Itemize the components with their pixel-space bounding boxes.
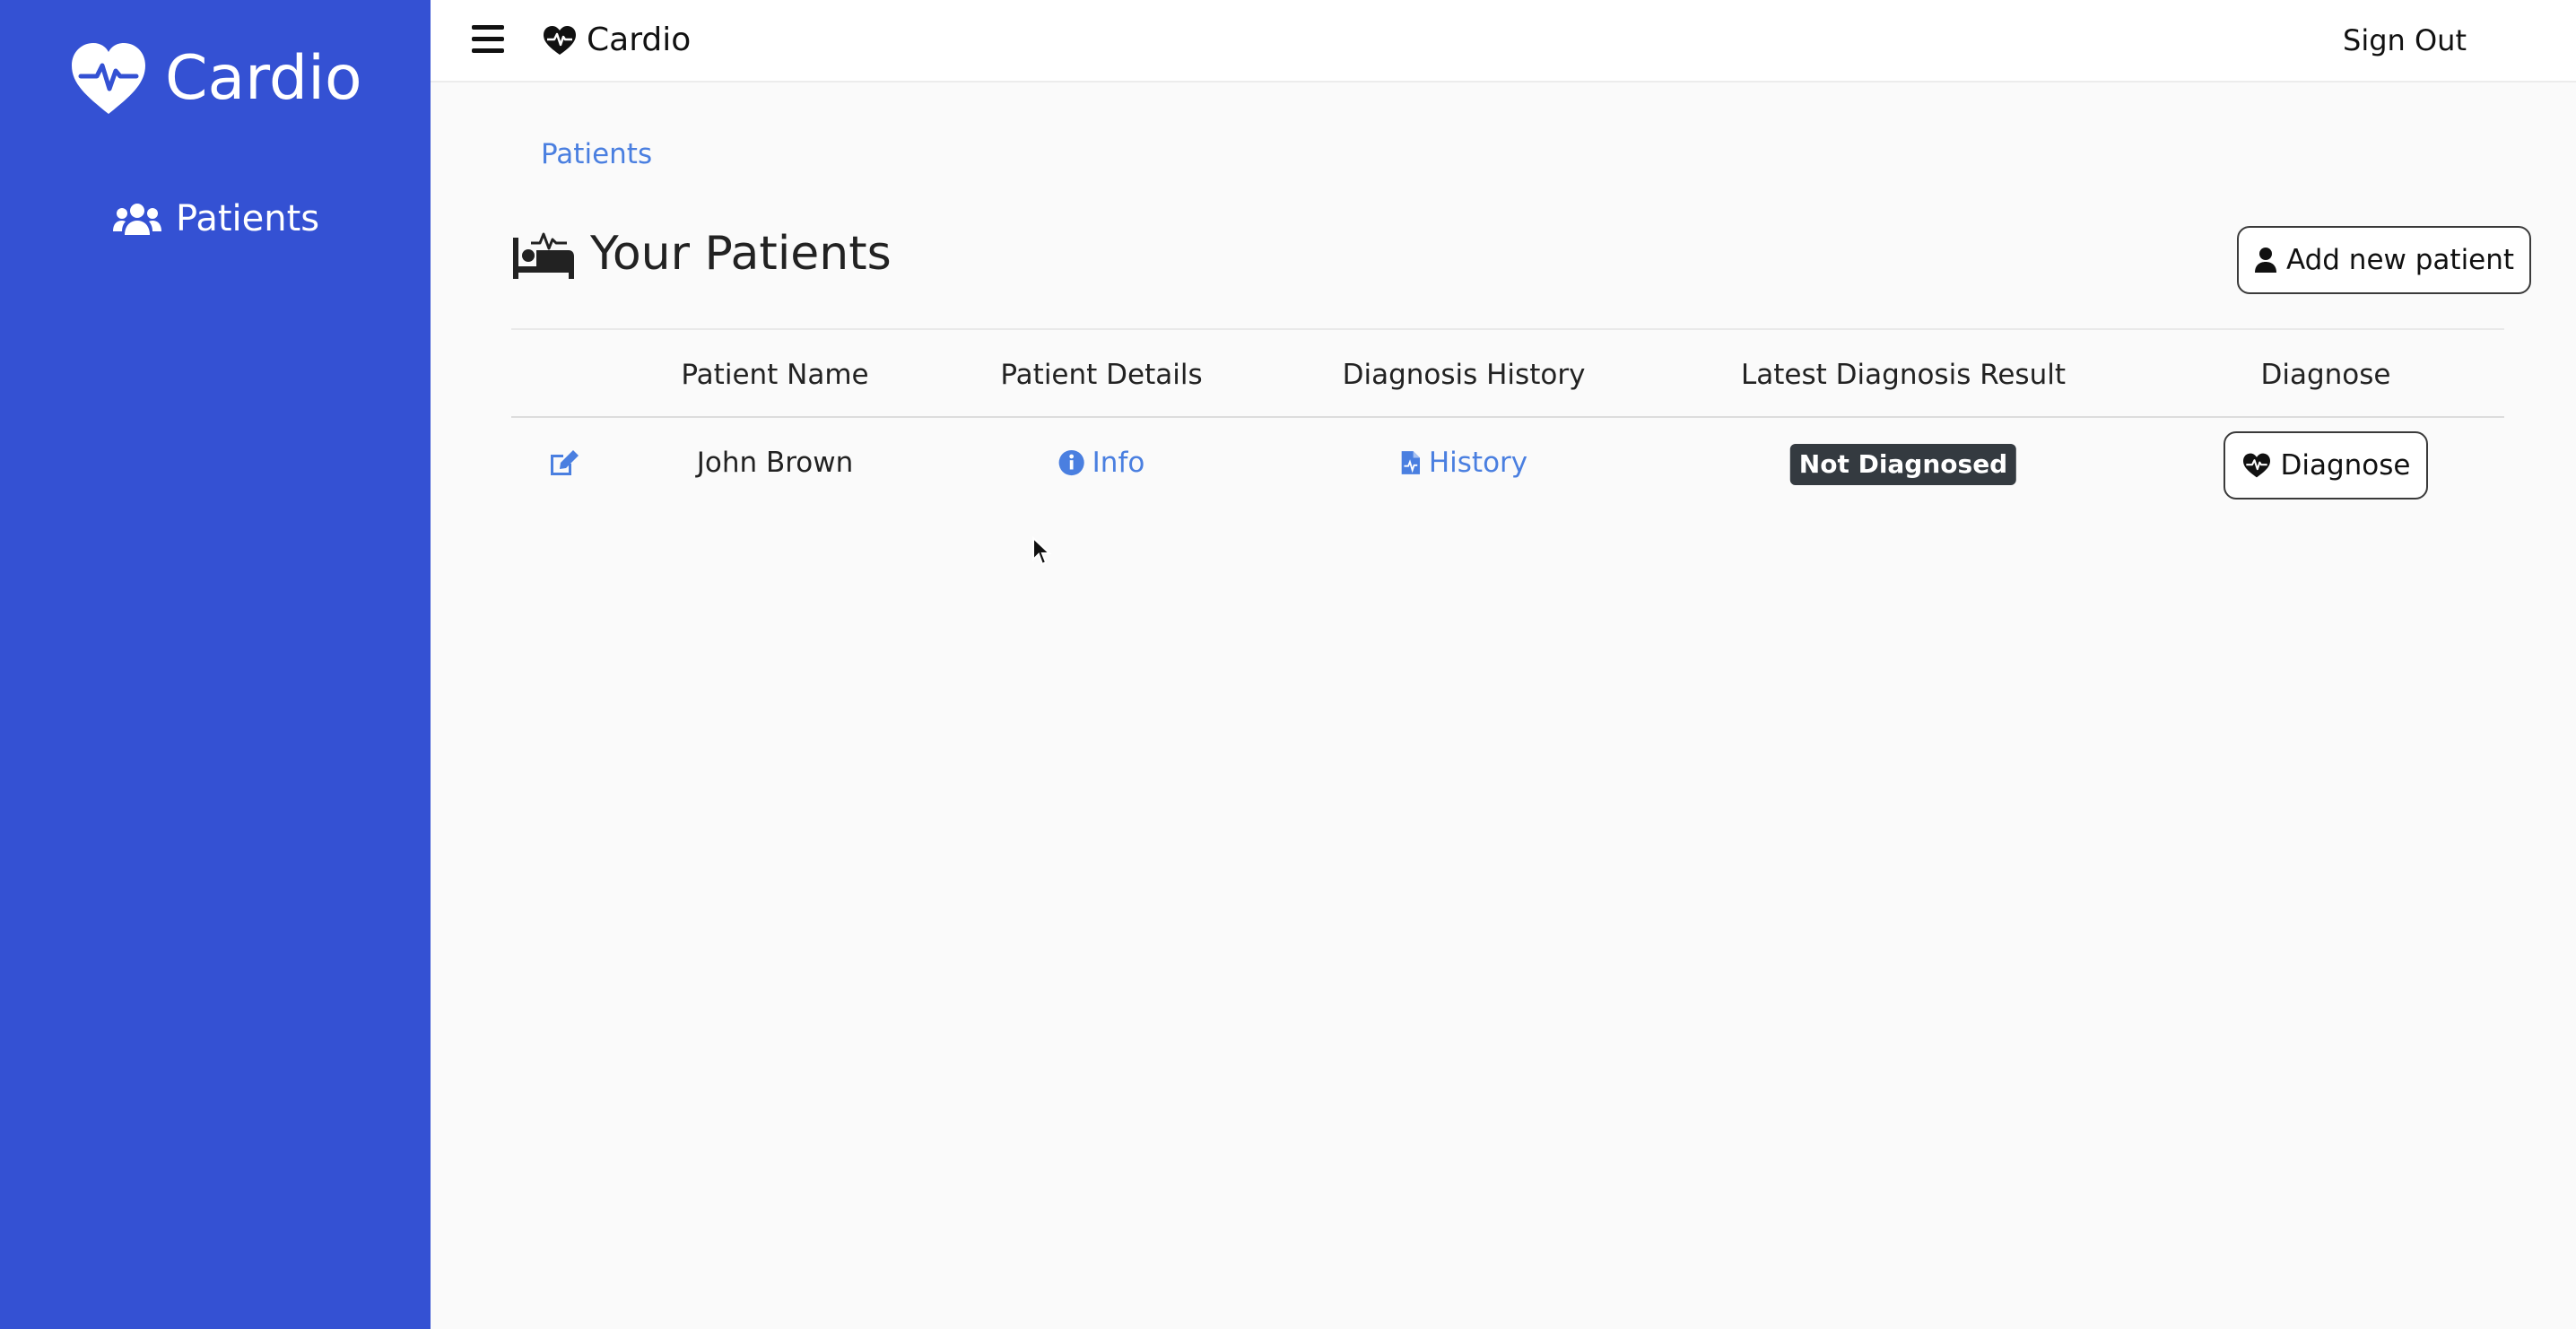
- column-header-latest-result: Latest Diagnosis Result: [1741, 359, 2066, 391]
- diagnose-button[interactable]: Diagnose: [2224, 431, 2428, 499]
- sidebar-item-label: Patients: [176, 198, 320, 239]
- patient-name: John Brown: [696, 447, 854, 479]
- user-icon: [2254, 248, 2276, 273]
- heart-pulse-icon: [544, 26, 576, 55]
- diagnosis-history-cell: History: [1400, 418, 1527, 508]
- sidebar-brand[interactable]: Cardio: [68, 39, 362, 118]
- diagnose-cell: Diagnose: [2224, 414, 2428, 504]
- add-new-patient-label: Add new patient: [2285, 244, 2515, 276]
- info-link[interactable]: Info: [1058, 447, 1145, 479]
- topbar: Cardio Sign Out: [431, 0, 2576, 83]
- history-link-label: History: [1428, 447, 1528, 479]
- table-row: John Brown Info History Not Diagnosed Di…: [511, 418, 2504, 534]
- edit-icon-glyph: [551, 450, 579, 475]
- mouse-cursor-icon: [1032, 536, 1051, 566]
- sidebar-brand-label: Cardio: [165, 43, 362, 114]
- status-badge: Not Diagnosed: [1789, 444, 2017, 485]
- file-medical-icon: [1401, 451, 1421, 474]
- latest-result-cell: Not Diagnosed: [1789, 420, 2017, 509]
- heart-pulse-icon: [2242, 453, 2270, 478]
- history-link[interactable]: History: [1400, 447, 1527, 479]
- column-header-diagnosis-history: Diagnosis History: [1342, 359, 1586, 391]
- sidebar: Cardio Patients: [0, 0, 431, 1329]
- patient-details-cell: Info: [1058, 418, 1145, 508]
- info-link-label: Info: [1092, 447, 1145, 479]
- hamburger-icon[interactable]: [472, 25, 504, 53]
- topbar-brand[interactable]: Cardio: [542, 16, 691, 65]
- breadcrumb[interactable]: Patients: [541, 133, 652, 176]
- add-new-patient-button[interactable]: Add new patient: [2237, 226, 2531, 294]
- diagnose-button-label: Diagnose: [2280, 449, 2411, 482]
- edit-icon[interactable]: [547, 418, 579, 508]
- patients-table: Patient Name Patient Details Diagnosis H…: [511, 328, 2504, 534]
- topbar-brand-label: Cardio: [587, 22, 692, 58]
- table-header: Patient Name Patient Details Diagnosis H…: [511, 328, 2504, 418]
- page-heading: Your Patients: [511, 222, 892, 285]
- sign-out-link[interactable]: Sign Out: [2343, 18, 2467, 63]
- bed-pulse-icon: [513, 232, 574, 279]
- column-header-patient-details: Patient Details: [1000, 359, 1203, 391]
- column-header-patient-name: Patient Name: [681, 359, 869, 391]
- info-icon: [1058, 449, 1084, 476]
- sidebar-item-patients[interactable]: Patients: [113, 194, 319, 244]
- users-icon: [113, 204, 161, 235]
- heart-pulse-icon: [72, 43, 145, 114]
- page-title: Your Patients: [590, 227, 892, 281]
- column-header-diagnose: Diagnose: [2260, 359, 2391, 391]
